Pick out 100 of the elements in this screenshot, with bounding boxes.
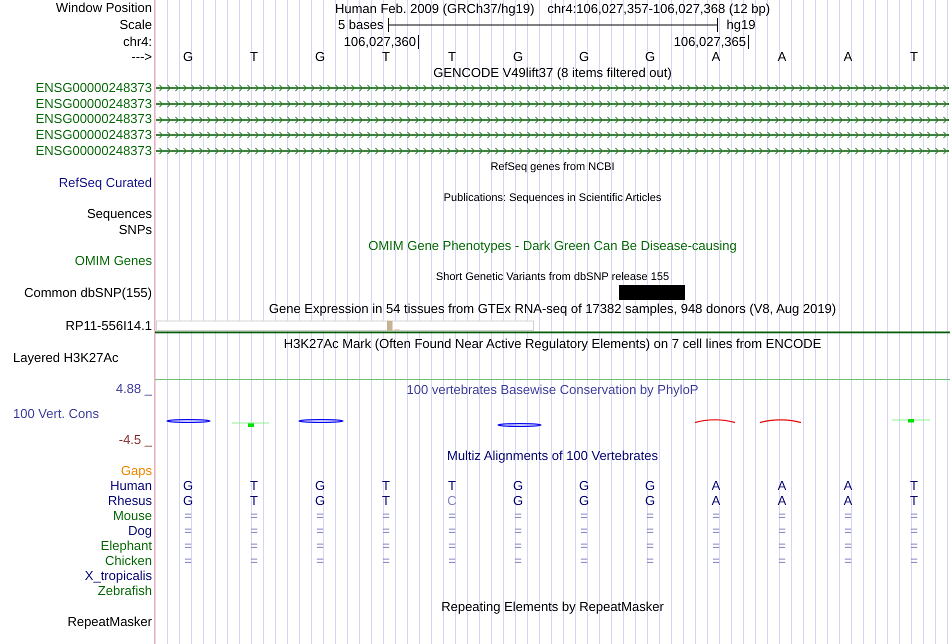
position-range: chr4:106,027,357-106,027,368 (12 bp) bbox=[547, 0, 770, 16]
aligned-base: = bbox=[712, 524, 720, 538]
track-title: 100 vertebrates Basewise Conservation by PhyloP bbox=[406, 382, 698, 397]
species-label: Zebrafish bbox=[98, 584, 152, 598]
base-letter: T bbox=[910, 50, 918, 64]
track-label[interactable]: RP11-556I14.1 bbox=[66, 318, 152, 333]
transcript-label[interactable]: ENSG00000248373 bbox=[36, 96, 152, 111]
track-title: RefSeq genes from NCBI bbox=[490, 160, 615, 173]
aligned-base: T bbox=[448, 478, 456, 493]
aligned-base: G bbox=[644, 478, 656, 493]
conservation-mark bbox=[298, 419, 344, 424]
aligned-base: = bbox=[910, 538, 918, 553]
track-label[interactable]: RefSeq Curated bbox=[58, 176, 152, 190]
aligned-base: = bbox=[514, 524, 522, 538]
aligned-base: G bbox=[314, 478, 326, 493]
tick-mark bbox=[418, 34, 419, 48]
aligned-base: = bbox=[646, 554, 654, 568]
base-letter: T bbox=[382, 50, 390, 64]
aligned-base: G bbox=[512, 494, 524, 508]
aligned-base: A bbox=[844, 494, 852, 508]
aligned-base: = bbox=[250, 538, 258, 553]
aligned-base: A bbox=[712, 494, 720, 508]
aligned-base: T bbox=[910, 494, 918, 508]
base-letter: G bbox=[512, 50, 524, 64]
aligned-base: = bbox=[910, 524, 918, 538]
axis-min-label: -4.5 _ bbox=[118, 433, 152, 448]
aligned-base: = bbox=[712, 538, 720, 553]
base-letter: T bbox=[448, 50, 456, 64]
aligned-base: G bbox=[512, 478, 524, 493]
aligned-base: = bbox=[580, 508, 588, 523]
aligned-base: = bbox=[448, 524, 456, 538]
transcript-label[interactable]: ENSG00000248373 bbox=[36, 144, 152, 158]
aligned-base: = bbox=[514, 538, 522, 553]
aligned-base: G bbox=[182, 478, 194, 493]
species-label: Human bbox=[110, 478, 152, 493]
track-label[interactable]: Common dbSNP(155) bbox=[24, 286, 152, 300]
track-label[interactable]: OMIM Genes bbox=[74, 254, 152, 268]
conservation-mark bbox=[497, 423, 542, 428]
aligned-base: = bbox=[316, 554, 324, 568]
track-label[interactable]: SNPs bbox=[118, 222, 152, 236]
track-title: Multiz Alignments of 100 Vertebrates bbox=[446, 448, 658, 463]
aligned-base: G bbox=[314, 494, 326, 508]
base-letter: G bbox=[578, 50, 590, 64]
track-title: OMIM Gene Phenotypes - Dark Green Can Be Disease-causing bbox=[368, 238, 737, 253]
aligned-base: = bbox=[844, 554, 852, 568]
track-title: Short Genetic Variants from dbSNP release 155 bbox=[436, 270, 670, 283]
species-label: Elephant bbox=[100, 538, 152, 553]
aligned-base: = bbox=[580, 524, 588, 538]
aligned-base: = bbox=[382, 508, 390, 523]
scale-span-label: 5 bases bbox=[338, 17, 384, 32]
aligned-base: = bbox=[382, 538, 390, 553]
aligned-base: G bbox=[578, 494, 590, 508]
aligned-base: = bbox=[580, 538, 588, 553]
aligned-base: G bbox=[644, 494, 656, 508]
aligned-base: = bbox=[316, 524, 324, 538]
track-label[interactable]: RepeatMasker bbox=[67, 615, 152, 629]
tick-mark bbox=[748, 34, 749, 48]
aligned-base: = bbox=[844, 538, 852, 553]
assembly-name: Human Feb. 2009 (GRCh37/hg19) bbox=[334, 0, 534, 16]
coordinate-label: 106,027,365 bbox=[674, 34, 746, 49]
track-label[interactable]: Sequences bbox=[86, 207, 152, 221]
track-label[interactable]: Layered H3K27Ac bbox=[13, 351, 119, 366]
track-title: Gene Expression in 54 tissues from GTEx RNA-seq of 17382 samples, 948 donors (V8, Aug 2019) bbox=[268, 300, 836, 316]
conservation-mark bbox=[892, 419, 930, 423]
axis-max-label: 4.88 _ bbox=[116, 382, 152, 396]
species-label: Mouse bbox=[112, 508, 152, 523]
aligned-base: = bbox=[250, 554, 258, 568]
aligned-base: = bbox=[250, 524, 258, 538]
transcript-label[interactable]: ENSG00000248373 bbox=[36, 112, 152, 126]
aligned-base: = bbox=[844, 508, 852, 523]
transcript-label[interactable]: ENSG00000248373 bbox=[36, 80, 152, 95]
conservation-mark bbox=[694, 420, 736, 424]
aligned-base: = bbox=[184, 554, 192, 568]
aligned-base: A bbox=[778, 478, 786, 493]
aligned-base: = bbox=[448, 508, 456, 523]
aligned-base: = bbox=[712, 508, 720, 523]
aligned-base: = bbox=[778, 554, 786, 568]
aligned-base: = bbox=[778, 524, 786, 538]
track-title: GENCODE V49lift37 (8 items filtered out) bbox=[433, 64, 672, 80]
aligned-base: = bbox=[184, 538, 192, 553]
base-letter: A bbox=[712, 50, 720, 64]
aligned-base: A bbox=[778, 494, 786, 508]
chromosome-label: chr4: bbox=[123, 34, 152, 48]
base-letter: G bbox=[182, 50, 194, 64]
gaps-label: Gaps bbox=[120, 464, 152, 478]
base-letter: G bbox=[644, 50, 656, 64]
genome-label: hg19 bbox=[726, 17, 756, 32]
species-label: Chicken bbox=[105, 554, 152, 568]
aligned-base: = bbox=[778, 508, 786, 523]
transcript-label[interactable]: ENSG00000248373 bbox=[36, 128, 152, 142]
aligned-base: = bbox=[514, 554, 522, 568]
aligned-base: = bbox=[646, 508, 654, 523]
track-title: Publications: Sequences in Scientific Articles bbox=[444, 192, 662, 204]
aligned-base: T bbox=[910, 478, 918, 493]
aligned-base: = bbox=[316, 508, 324, 523]
base-letter: G bbox=[314, 50, 326, 64]
aligned-base: = bbox=[580, 554, 588, 568]
track-label[interactable]: 100 Vert. Cons bbox=[13, 407, 99, 422]
aligned-base: = bbox=[844, 524, 852, 538]
strand-label: ---> bbox=[131, 50, 152, 64]
